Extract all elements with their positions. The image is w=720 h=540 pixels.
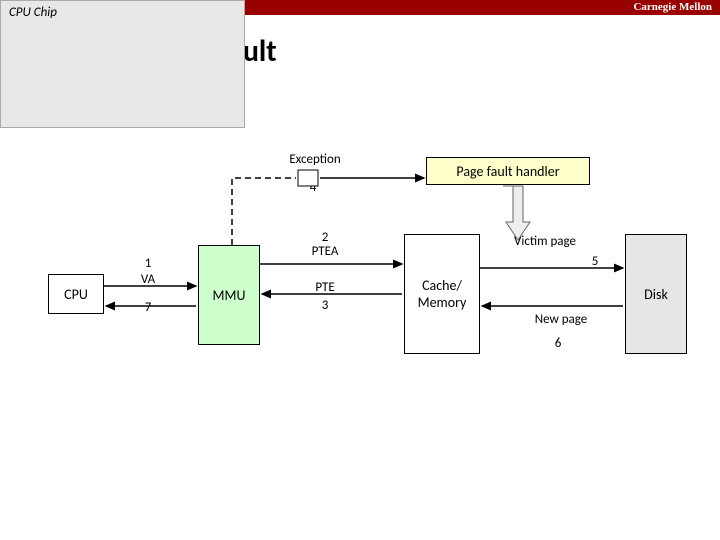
va-label: VA — [136, 272, 160, 287]
mmu-box: MMU — [198, 245, 260, 345]
victim-page-label: Victim page — [500, 234, 590, 249]
disk-label: Disk — [644, 286, 668, 303]
cache-memory-label: Cache/ Memory — [418, 277, 467, 311]
step-5: 5 — [585, 254, 605, 269]
step-6: 6 — [548, 336, 568, 351]
step-2: 2 — [315, 230, 335, 245]
exception-label: Exception — [280, 152, 350, 167]
mmu-label: MMU — [213, 287, 246, 304]
step-3: 3 — [315, 298, 335, 313]
disk-box: Disk — [625, 234, 687, 354]
step-4: 4 — [303, 180, 323, 195]
diagram-canvas: CPU Chip CPU MMU Cache/ Memory Disk Page… — [0, 0, 720, 540]
cpu-label: CPU — [64, 286, 88, 303]
ptea-label: PTEA — [305, 244, 345, 259]
step-1: 1 — [138, 256, 158, 271]
cache-memory-box: Cache/ Memory — [404, 234, 480, 354]
step-7: 7 — [138, 300, 158, 315]
page-fault-handler-label: Page fault handler — [456, 163, 559, 180]
page-fault-handler-box: Page fault handler — [426, 157, 590, 185]
cpu-chip-box: CPU Chip — [0, 0, 245, 128]
new-page-label: New page — [526, 312, 596, 327]
cpu-box: CPU — [48, 274, 104, 314]
pte-label: PTE — [310, 280, 340, 295]
cpu-chip-label: CPU Chip — [9, 5, 57, 20]
